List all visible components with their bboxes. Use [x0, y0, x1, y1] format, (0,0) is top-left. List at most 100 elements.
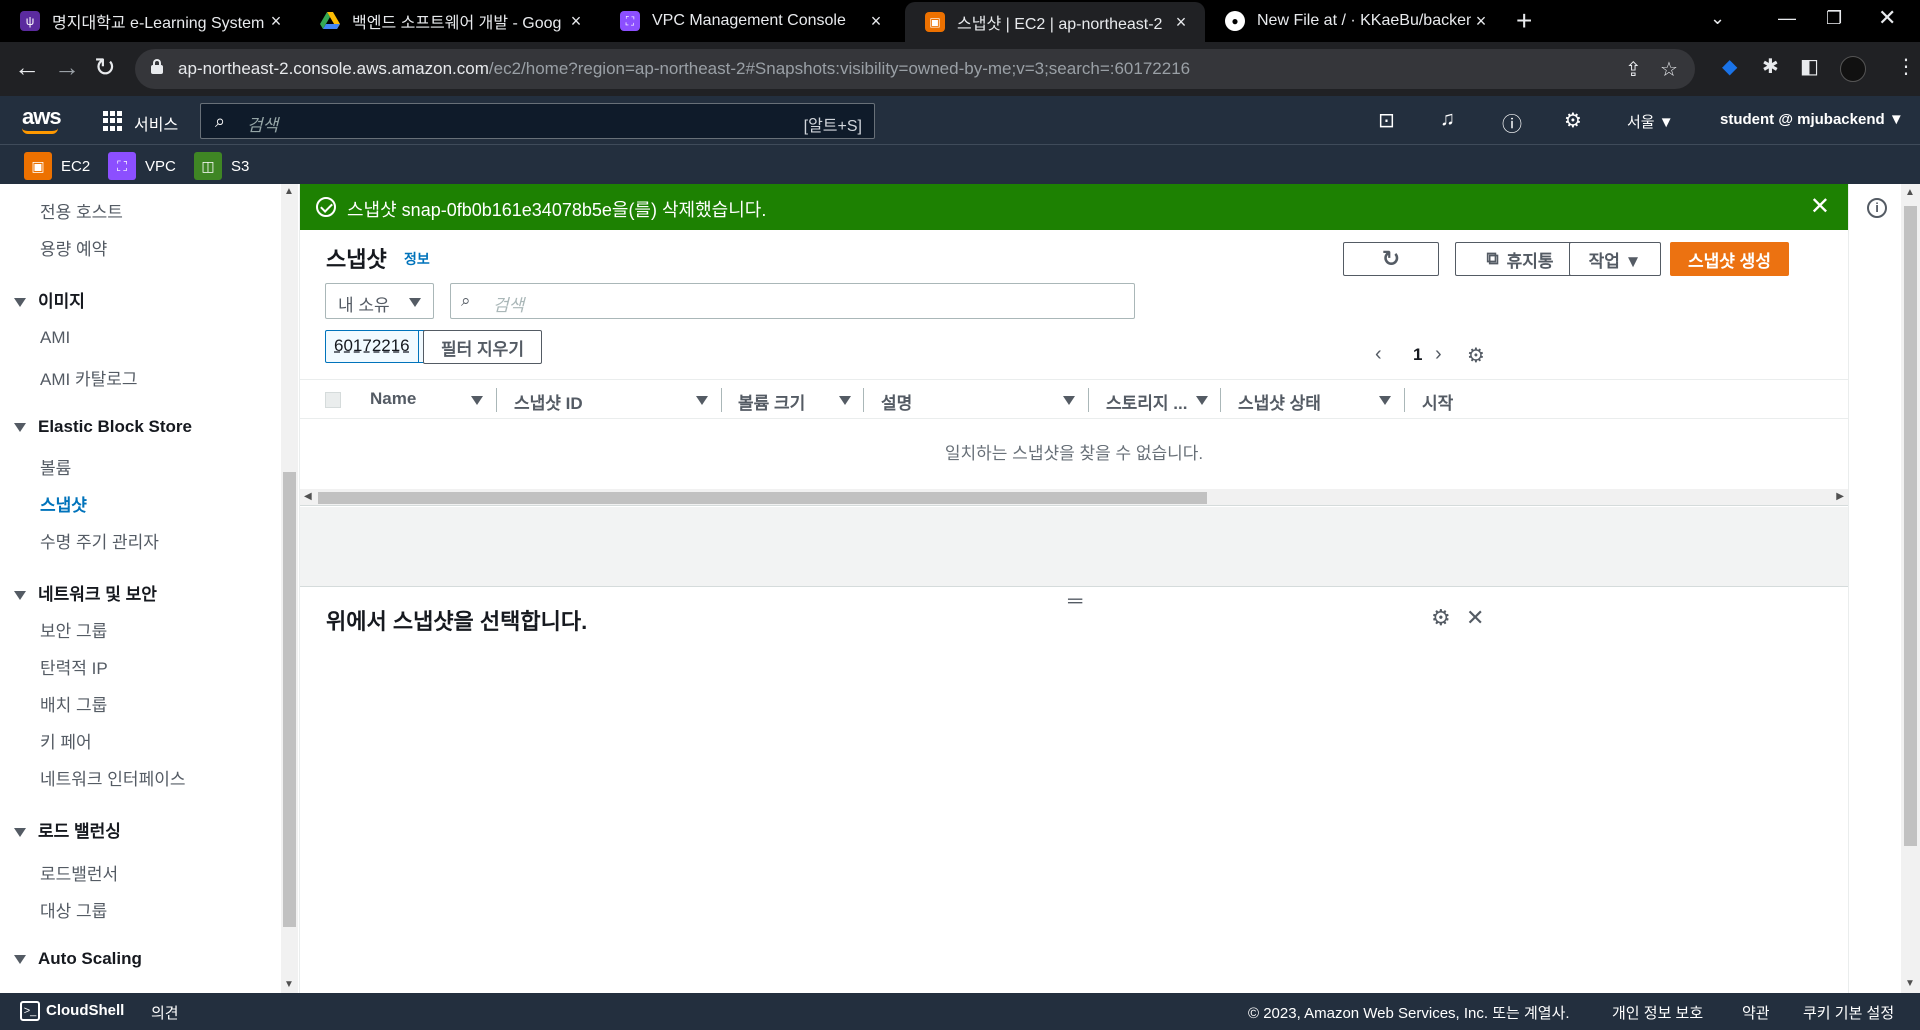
back-icon[interactable]: ← — [14, 52, 40, 82]
table-settings-gear-icon[interactable]: ⚙ — [1467, 343, 1485, 368]
privacy-link[interactable]: 개인 정보 보호 — [1612, 1002, 1703, 1023]
current-page[interactable]: 1 — [1413, 345, 1422, 365]
close-icon[interactable]: × — [1171, 12, 1191, 33]
favorite-s3[interactable]: ◫ S3 — [194, 152, 249, 180]
scroll-up-arrow-icon[interactable]: ▲ — [1905, 187, 1915, 198]
close-icon[interactable]: × — [566, 11, 586, 32]
cookie-preferences-link[interactable]: 쿠키 기본 설정 — [1803, 1002, 1894, 1023]
sidebar-item-load-balancers[interactable]: 로드밸런서 — [40, 860, 118, 885]
restore-icon[interactable]: ❐ — [1826, 8, 1842, 29]
column-snapshot-status[interactable]: 스냅샷 상태 — [1238, 389, 1321, 414]
column-divider[interactable] — [1088, 388, 1089, 412]
menu-icon[interactable]: ⋮ — [1896, 54, 1916, 79]
side-panel-icon[interactable]: ◧ — [1800, 54, 1819, 79]
sidebar-item-volumes[interactable]: 볼륨 — [40, 454, 71, 479]
aws-search-input[interactable]: ⌕ 검색 [알트+S] — [200, 103, 875, 139]
scrollbar-thumb[interactable] — [1904, 206, 1917, 846]
minimize-icon[interactable]: — — [1778, 8, 1796, 29]
column-divider[interactable] — [721, 388, 722, 412]
cloudshell-icon[interactable]: ⊡ — [1378, 108, 1395, 133]
create-snapshot-button[interactable]: 스냅샷 생성 — [1670, 242, 1789, 276]
scrollbar-thumb[interactable] — [283, 472, 296, 927]
split-panel-drag-handle[interactable]: ═ — [1068, 590, 1082, 613]
notifications-bell-icon[interactable]: ♫ — [1440, 108, 1455, 131]
sidebar-item-network-interfaces[interactable]: 네트워크 인터페이스 — [40, 765, 185, 790]
filter-token-value[interactable]: 60172216 — [326, 331, 419, 362]
split-panel-settings-gear-icon[interactable]: ⚙ — [1431, 605, 1451, 631]
sort-caret-icon[interactable] — [1063, 396, 1075, 405]
column-storage-tier[interactable]: 스토리지 ... — [1106, 389, 1187, 414]
forward-icon[interactable]: → — [54, 52, 80, 82]
close-split-panel-icon[interactable]: ✕ — [1466, 605, 1484, 631]
sidebar-section-load-balancing[interactable]: 로드 밸런싱 — [14, 817, 121, 842]
profile-avatar[interactable] — [1840, 56, 1866, 82]
browser-tab-active[interactable]: ▣ 스냅샷 | EC2 | ap-northeast-2 × — [905, 2, 1205, 42]
info-panel-icon[interactable]: i — [1867, 198, 1887, 218]
sidebar-item-capacity-reservations[interactable]: 용량 예약 — [40, 235, 107, 260]
sidebar-section-ebs[interactable]: Elastic Block Store — [14, 417, 192, 437]
sidebar-item-target-groups[interactable]: 대상 그룹 — [40, 897, 107, 922]
scrollbar-thumb[interactable] — [318, 492, 1207, 504]
actions-dropdown[interactable]: 작업 ▼ — [1569, 242, 1661, 276]
services-grid-icon[interactable] — [103, 111, 123, 131]
reload-icon[interactable]: ↻ — [94, 52, 116, 82]
page-vertical-scrollbar[interactable]: ▲ ▼ — [1901, 184, 1920, 993]
account-menu[interactable]: student @ mjubackend ▼ — [1720, 111, 1904, 128]
sort-caret-icon[interactable] — [471, 396, 483, 405]
table-horizontal-scrollbar[interactable]: ◀ ▶ — [300, 489, 1848, 506]
cloudshell-link[interactable]: CloudShell — [46, 1002, 124, 1019]
help-icon[interactable]: ⓘ — [1502, 108, 1522, 137]
extensions-icon[interactable]: ✱ — [1762, 54, 1779, 79]
scroll-left-arrow-icon[interactable]: ◀ — [304, 491, 312, 502]
address-bar[interactable]: ap-northeast-2.console.aws.amazon.com/ec… — [135, 49, 1695, 89]
scroll-up-arrow-icon[interactable]: ▲ — [284, 186, 294, 197]
sidebar-item-placement-groups[interactable]: 배치 그룹 — [40, 691, 107, 716]
scroll-down-arrow-icon[interactable]: ▼ — [284, 979, 294, 990]
close-icon[interactable]: × — [266, 11, 286, 32]
services-menu[interactable]: 서비스 — [134, 111, 178, 135]
favorite-vpc[interactable]: ⛶ VPC — [108, 152, 176, 180]
sidebar-section-network[interactable]: 네트워크 및 보안 — [14, 580, 157, 605]
new-tab-button[interactable]: + — [1516, 6, 1532, 36]
sidebar-item-snapshots[interactable]: 스냅샷 — [40, 491, 87, 516]
browser-tab[interactable]: ● New File at / · KKaeBu/backenc × — [1205, 0, 1505, 42]
clear-filters-button[interactable]: 필터 지우기 — [423, 330, 542, 364]
refresh-button[interactable]: ↻ — [1343, 242, 1439, 276]
column-description[interactable]: 설명 — [881, 389, 912, 414]
terms-link[interactable]: 약관 — [1742, 1002, 1770, 1023]
sidebar-item-lifecycle-manager[interactable]: 수명 주기 관리자 — [40, 528, 159, 553]
column-divider[interactable] — [863, 388, 864, 412]
scroll-down-arrow-icon[interactable]: ▼ — [1905, 978, 1915, 989]
info-link[interactable]: 정보 — [404, 249, 430, 269]
browser-tab[interactable]: ψ 명지대학교 e-Learning System × — [0, 0, 300, 42]
column-divider[interactable] — [1404, 388, 1405, 412]
tab-search-icon[interactable]: ⌄ — [1710, 8, 1725, 29]
column-divider[interactable] — [496, 388, 497, 412]
sidebar-scrollbar[interactable]: ▲ ▼ — [281, 184, 298, 993]
sidebar-section-auto-scaling[interactable]: Auto Scaling — [14, 949, 142, 969]
share-icon[interactable]: ⇪ — [1625, 57, 1642, 82]
aws-logo[interactable]: aws — [22, 104, 62, 130]
previous-page-icon[interactable]: ‹ — [1375, 343, 1382, 366]
close-window-icon[interactable]: ✕ — [1878, 5, 1896, 31]
close-icon[interactable]: × — [866, 11, 886, 32]
settings-gear-icon[interactable]: ⚙ — [1564, 108, 1582, 133]
sidebar-item-elastic-ip[interactable]: 탄력적 IP — [40, 654, 108, 679]
browser-tab[interactable]: 백엔드 소프트웨어 개발 - Goog × — [300, 0, 600, 42]
dismiss-flash-icon[interactable]: ✕ — [1810, 192, 1830, 221]
column-name[interactable]: Name — [370, 389, 416, 409]
owner-filter-select[interactable]: 내 소유 — [325, 283, 434, 319]
close-icon[interactable]: × — [1471, 11, 1491, 32]
column-started[interactable]: 시작 — [1422, 389, 1453, 414]
column-snapshot-id[interactable]: 스냅샷 ID — [514, 389, 583, 414]
sort-caret-icon[interactable] — [696, 396, 708, 405]
region-selector[interactable]: 서울 ▼ — [1627, 111, 1674, 132]
sort-caret-icon[interactable] — [1196, 396, 1208, 405]
sort-caret-icon[interactable] — [1379, 396, 1391, 405]
feedback-link[interactable]: 의견 — [151, 1002, 179, 1023]
favorite-ec2[interactable]: ▣ EC2 — [24, 152, 90, 180]
next-page-icon[interactable]: › — [1435, 343, 1442, 366]
scroll-right-arrow-icon[interactable]: ▶ — [1836, 491, 1844, 502]
password-manager-icon[interactable]: ◆ — [1722, 54, 1737, 79]
sidebar-item-dedicated-hosts[interactable]: 전용 호스트 — [40, 198, 123, 223]
